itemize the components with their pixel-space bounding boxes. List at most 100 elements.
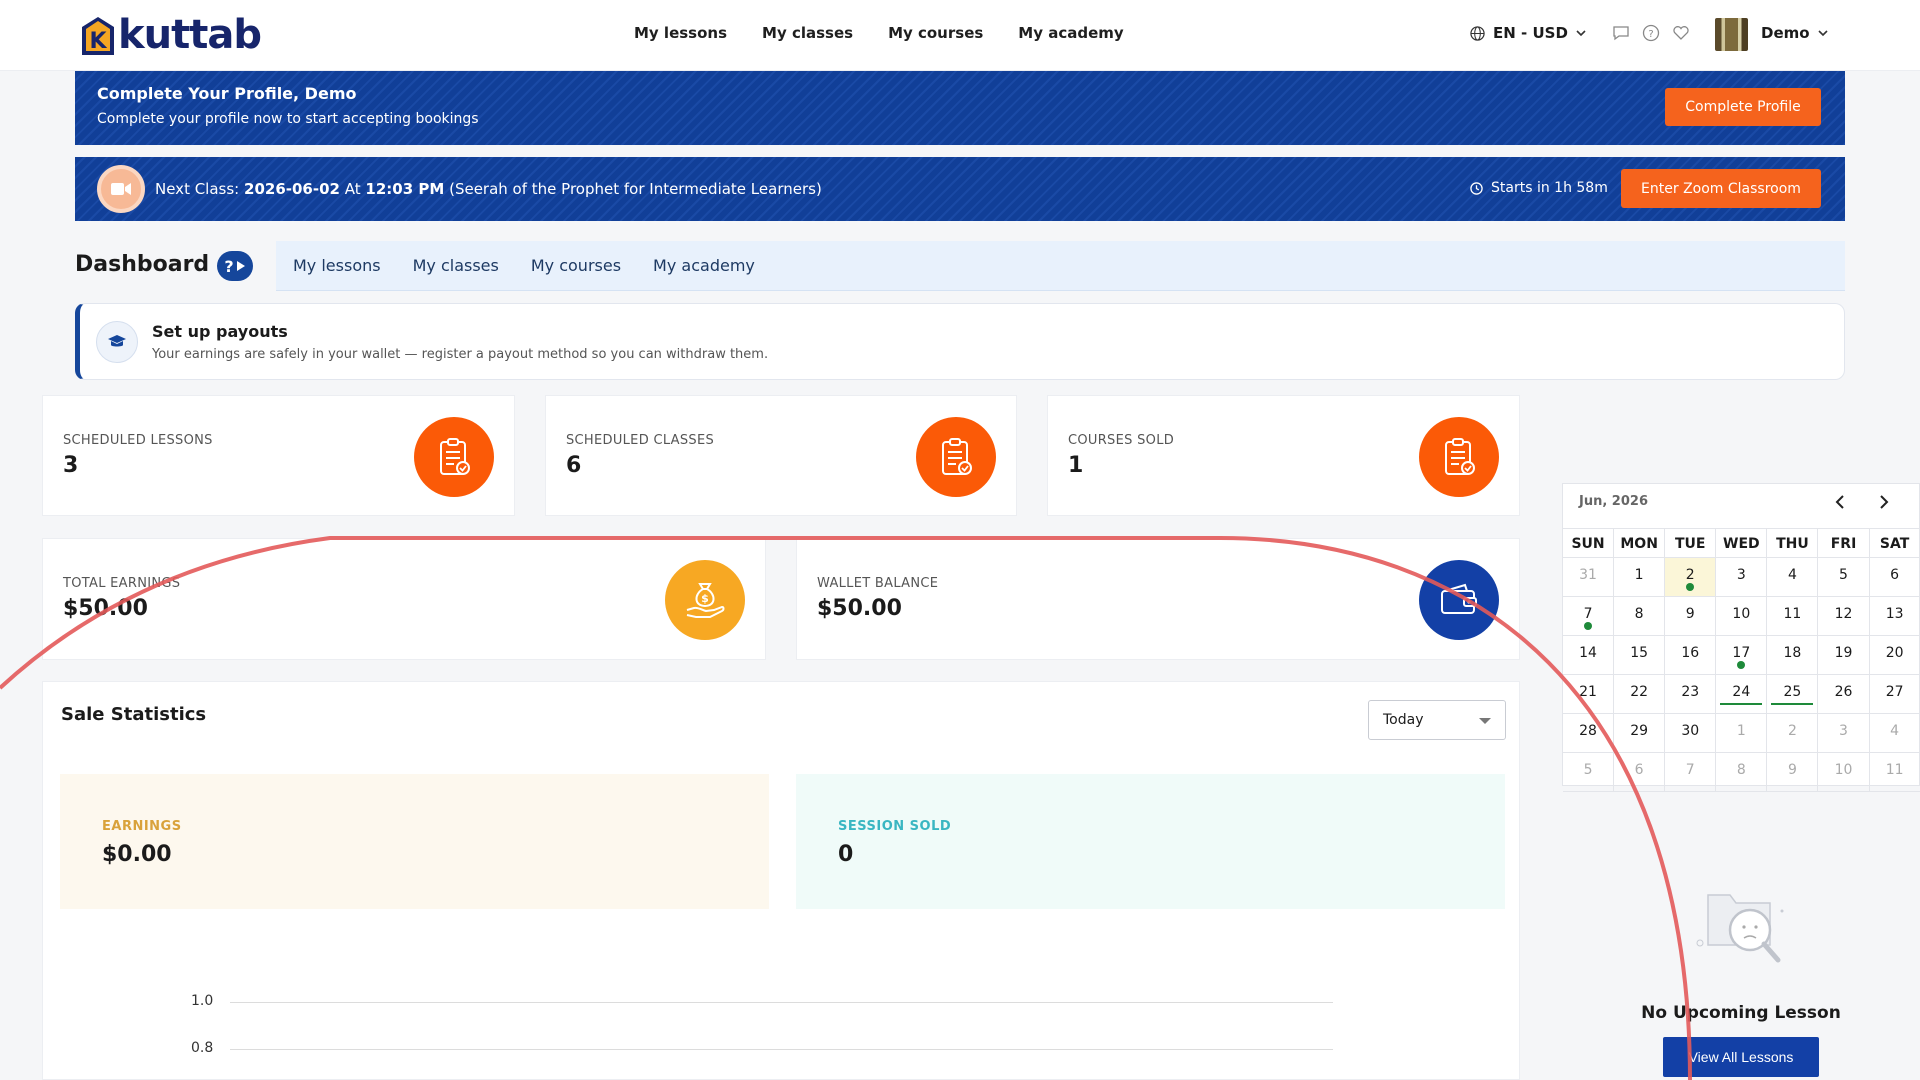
stat-label: TOTAL EARNINGS xyxy=(63,576,181,591)
calendar-day[interactable]: 26 xyxy=(1818,675,1870,714)
calendar-day[interactable]: 23 xyxy=(1665,675,1717,714)
calendar-day[interactable]: 16 xyxy=(1665,636,1717,675)
calendar-day[interactable]: 9 xyxy=(1665,597,1717,636)
calendar-day[interactable]: 1 xyxy=(1716,714,1768,753)
calendar-day[interactable]: 21 xyxy=(1563,675,1615,714)
wallet-icon xyxy=(1419,560,1499,640)
earnings-value: $0.00 xyxy=(102,842,172,867)
tab-my-lessons[interactable]: My lessons xyxy=(293,256,381,275)
calendar-day[interactable]: 29 xyxy=(1614,714,1666,753)
calendar-day[interactable]: 31 xyxy=(1563,558,1615,597)
calendar-day[interactable]: 5 xyxy=(1818,558,1870,597)
sale-statistics-title: Sale Statistics xyxy=(61,704,207,725)
weekday-label: TUE xyxy=(1665,528,1717,558)
kuttab-logo[interactable]: K kuttab xyxy=(78,12,262,58)
courses-sold-card: COURSES SOLD 1 xyxy=(1047,395,1520,516)
graduation-cap-icon xyxy=(96,321,138,363)
session-sold-value: 0 xyxy=(838,842,854,867)
stat-label: COURSES SOLD xyxy=(1068,433,1175,448)
tab-my-academy[interactable]: My academy xyxy=(653,256,755,275)
session-sold-label: SESSION SOLD xyxy=(838,819,952,834)
calendar-day[interactable]: 5 xyxy=(1563,753,1615,792)
nav-my-academy[interactable]: My academy xyxy=(1018,24,1123,42)
calendar-day[interactable]: 9 xyxy=(1767,753,1819,792)
calendar-day[interactable]: 22 xyxy=(1614,675,1666,714)
calendar-day[interactable]: 11 xyxy=(1767,597,1819,636)
calendar-day[interactable]: 6 xyxy=(1614,753,1666,792)
weekday-label: SUN xyxy=(1563,528,1615,558)
calendar-day[interactable]: 7 xyxy=(1665,753,1717,792)
stat-label: SCHEDULED CLASSES xyxy=(566,433,715,448)
no-upcoming-lesson-title: No Upcoming Lesson xyxy=(1641,1003,1841,1023)
chevron-right-icon[interactable] xyxy=(1873,492,1893,512)
top-header: K kuttab My lessons My classes My course… xyxy=(0,0,1920,71)
calendar-day[interactable]: 8 xyxy=(1716,753,1768,792)
profile-banner-title: Complete Your Profile, Demo xyxy=(97,84,357,103)
complete-profile-button[interactable]: Complete Profile xyxy=(1665,88,1821,126)
calendar-day[interactable]: 17 xyxy=(1716,636,1768,675)
calendar-day[interactable]: 14 xyxy=(1563,636,1615,675)
period-select[interactable]: Today xyxy=(1368,700,1506,740)
dashboard-help-button[interactable]: ? xyxy=(217,251,253,281)
chat-icon[interactable] xyxy=(1612,24,1630,42)
calendar-day[interactable]: 12 xyxy=(1818,597,1870,636)
calendar-day[interactable]: 20 xyxy=(1869,636,1920,675)
calendar-day[interactable]: 11 xyxy=(1869,753,1920,792)
caret-down-icon xyxy=(1479,718,1491,724)
user-menu[interactable]: Demo xyxy=(1761,24,1828,42)
tab-my-courses[interactable]: My courses xyxy=(531,256,621,275)
y-tick-label: 1.0 xyxy=(191,993,214,1009)
nav-my-classes[interactable]: My classes xyxy=(762,24,853,42)
starts-in: Starts in 1h 58m xyxy=(1470,180,1608,196)
view-all-lessons-button[interactable]: View All Lessons xyxy=(1663,1037,1819,1077)
dashboard-tabs: My lessons My classes My courses My acad… xyxy=(276,241,1845,291)
heart-icon[interactable] xyxy=(1672,24,1690,42)
total-earnings-card: TOTAL EARNINGS $50.00 $ xyxy=(42,538,766,660)
enter-zoom-classroom-button[interactable]: Enter Zoom Classroom xyxy=(1621,169,1821,208)
calendar-day[interactable]: 19 xyxy=(1818,636,1870,675)
calendar-day[interactable]: 25 xyxy=(1767,675,1819,714)
calendar-day-today[interactable]: 2 xyxy=(1665,558,1717,597)
calendar-day[interactable]: 2 xyxy=(1767,714,1819,753)
calendar-day[interactable]: 6 xyxy=(1869,558,1920,597)
calendar-day[interactable]: 7 xyxy=(1563,597,1615,636)
stat-value: 1 xyxy=(1068,453,1084,478)
header-icons: ? xyxy=(1612,24,1690,42)
calendar-day[interactable]: 28 xyxy=(1563,714,1615,753)
calendar-day[interactable]: 10 xyxy=(1818,753,1870,792)
calendar-day[interactable]: 24 xyxy=(1716,675,1768,714)
tab-my-classes[interactable]: My classes xyxy=(413,256,499,275)
profile-banner-subtitle: Complete your profile now to start accep… xyxy=(97,111,479,127)
calendar-day[interactable]: 27 xyxy=(1869,675,1920,714)
next-class-info: Next Class: 2026-06-02 At 12:03 PM (Seer… xyxy=(155,180,822,198)
calendar-day[interactable]: 4 xyxy=(1869,714,1920,753)
language-currency-selector[interactable]: EN - USD xyxy=(1470,24,1586,42)
avatar[interactable] xyxy=(1715,18,1748,51)
calendar-week: 31 1 2 3 4 5 6 xyxy=(1563,558,1920,597)
nav-my-courses[interactable]: My courses xyxy=(888,24,983,42)
next-class-course: (Seerah of the Prophet for Intermediate … xyxy=(449,180,822,198)
calendar-weekdays: SUN MON TUE WED THU FRI SAT xyxy=(1563,528,1920,558)
setup-payouts-card[interactable]: Set up payouts Your earnings are safely … xyxy=(75,303,1845,380)
top-nav: My lessons My classes My courses My acad… xyxy=(634,24,1124,42)
lesson-calendar: Jun, 2026 SUN MON TUE WED THU FRI SAT 31… xyxy=(1562,483,1920,792)
calendar-day-number: 7 xyxy=(1583,606,1593,622)
calendar-week: 5 6 7 8 9 10 11 xyxy=(1563,753,1920,792)
calendar-day[interactable]: 3 xyxy=(1818,714,1870,753)
stat-value: 3 xyxy=(63,453,79,478)
calendar-day[interactable]: 13 xyxy=(1869,597,1920,636)
calendar-day[interactable]: 4 xyxy=(1767,558,1819,597)
chevron-left-icon[interactable] xyxy=(1831,492,1851,512)
stat-value: $50.00 xyxy=(817,596,902,621)
session-sold-summary: SESSION SOLD 0 xyxy=(796,774,1505,909)
calendar-day[interactable]: 8 xyxy=(1614,597,1666,636)
video-camera-icon xyxy=(97,165,145,213)
calendar-day[interactable]: 10 xyxy=(1716,597,1768,636)
calendar-day[interactable]: 3 xyxy=(1716,558,1768,597)
help-icon[interactable]: ? xyxy=(1642,24,1660,42)
calendar-day[interactable]: 30 xyxy=(1665,714,1717,753)
calendar-day[interactable]: 1 xyxy=(1614,558,1666,597)
calendar-day[interactable]: 15 xyxy=(1614,636,1666,675)
nav-my-lessons[interactable]: My lessons xyxy=(634,24,727,42)
calendar-day[interactable]: 18 xyxy=(1767,636,1819,675)
